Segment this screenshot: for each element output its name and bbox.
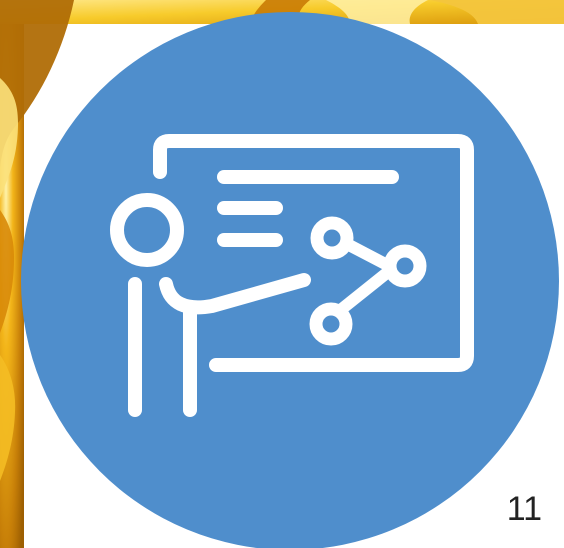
chart-node-icon: [310, 216, 354, 260]
chart-node-icon: [383, 244, 427, 288]
chart-node-icon: [309, 302, 353, 346]
slide: 11: [0, 0, 564, 548]
slide-artwork: [0, 0, 564, 548]
slide-page-number: 11: [506, 490, 542, 528]
